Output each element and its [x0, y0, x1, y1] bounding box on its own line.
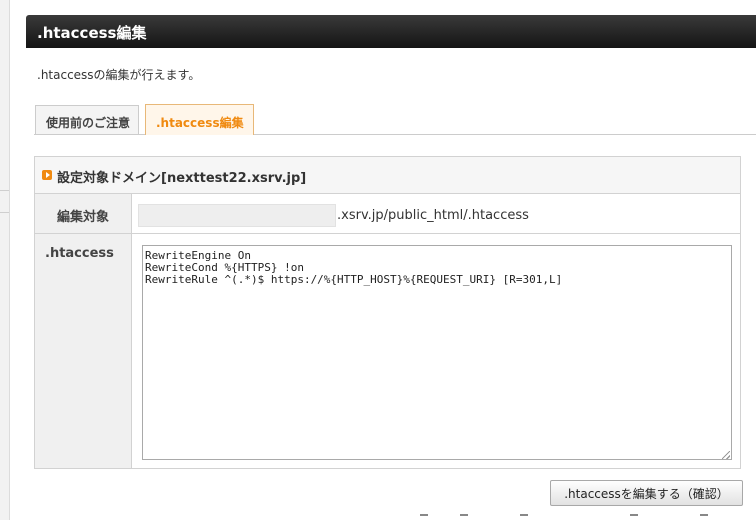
page-description: .htaccessの編集が行えます。	[37, 68, 201, 82]
panel-header: 設定対象ドメイン[nexttest22.xsrv.jp]	[35, 157, 740, 194]
resize-handle-icon[interactable]	[722, 451, 730, 459]
cut-off-footer-text	[400, 514, 720, 520]
play-bullet-icon	[42, 170, 52, 180]
sidebar-divider	[0, 190, 9, 191]
sidebar-divider	[0, 212, 9, 213]
tab-htaccess-edit[interactable]: .htaccess編集	[145, 104, 254, 135]
tab-precautions[interactable]: 使用前のご注意	[35, 105, 139, 134]
redacted-subdomain	[138, 204, 336, 227]
page-header: .htaccess編集	[26, 15, 756, 48]
target-label: 編集対象	[57, 210, 110, 225]
page-title: .htaccess編集	[37, 24, 147, 42]
htaccess-label: .htaccess	[45, 246, 114, 261]
row-divider	[35, 233, 740, 234]
confirm-edit-button[interactable]: .htaccessを編集する（確認）	[550, 480, 743, 506]
label-column	[35, 194, 132, 468]
edit-panel: 設定対象ドメイン[nexttest22.xsrv.jp] 編集対象 .htacc…	[34, 156, 741, 469]
panel-title: 設定対象ドメイン[nexttest22.xsrv.jp]	[57, 171, 307, 186]
tab-baseline	[34, 134, 756, 135]
left-sidebar-edge	[0, 0, 10, 520]
htaccess-editor[interactable]: RewriteEngine On RewriteCond %{HTTPS} !o…	[142, 245, 732, 460]
target-path: .xsrv.jp/public_html/.htaccess	[337, 208, 529, 223]
